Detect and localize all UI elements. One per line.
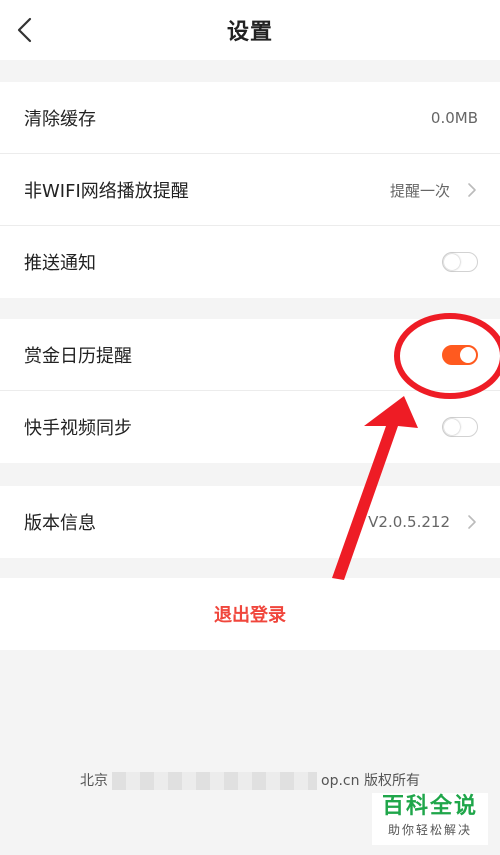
watermark-sub-text: 助你轻松解决 bbox=[387, 823, 472, 837]
settings-group-about: 版本信息 V2.0.5.212 bbox=[0, 486, 500, 558]
clear-cache-label: 清除缓存 bbox=[24, 108, 96, 130]
settings-group-general: 清除缓存 0.0MB 非WIFI网络播放提醒 提醒一次 推送通知 bbox=[0, 82, 500, 298]
cache-size-value: 0.0MB bbox=[430, 109, 478, 127]
toggle-knob bbox=[460, 347, 476, 363]
copyright-footer: 北京 op.cn 版权所有 bbox=[0, 770, 500, 790]
reward-calendar-label: 赏金日历提醒 bbox=[24, 345, 132, 367]
back-arrow-icon[interactable] bbox=[14, 16, 38, 44]
page-title: 设置 bbox=[226, 20, 273, 45]
chevron-right-icon bbox=[468, 183, 476, 197]
toggle-knob bbox=[444, 254, 460, 270]
logout-label: 退出登录 bbox=[214, 605, 286, 626]
footer-suffix: op.cn 版权所有 bbox=[321, 773, 420, 789]
reward-calendar-row: 赏金日历提醒 bbox=[0, 319, 500, 391]
chevron-right-icon bbox=[468, 515, 476, 529]
push-notification-label: 推送通知 bbox=[24, 253, 96, 274]
toggle-knob bbox=[444, 419, 460, 435]
watermark-main-text: 百科全说 bbox=[381, 794, 478, 819]
non-wifi-reminder-row[interactable]: 非WIFI网络播放提醒 提醒一次 bbox=[0, 154, 500, 226]
header-bar: 设置 bbox=[0, 0, 500, 60]
non-wifi-reminder-label: 非WIFI网络播放提醒 bbox=[24, 180, 189, 202]
version-info-row[interactable]: 版本信息 V2.0.5.212 bbox=[0, 486, 500, 558]
kuaishou-sync-label: 快手视频同步 bbox=[24, 418, 132, 439]
version-info-label: 版本信息 bbox=[24, 513, 96, 534]
watermark-logo: 百科全说 助你轻松解决 bbox=[372, 793, 488, 845]
reward-calendar-toggle[interactable] bbox=[442, 345, 478, 365]
logout-button[interactable]: 退出登录 bbox=[0, 578, 500, 650]
version-number-value: V2.0.5.212 bbox=[368, 513, 450, 531]
clear-cache-row[interactable]: 清除缓存 0.0MB bbox=[0, 82, 500, 154]
footer-prefix: 北京 bbox=[80, 773, 109, 789]
settings-group-sync: 赏金日历提醒 快手视频同步 bbox=[0, 319, 500, 463]
non-wifi-reminder-value: 提醒一次 bbox=[389, 181, 450, 200]
kuaishou-sync-toggle[interactable] bbox=[442, 417, 478, 437]
redacted-block bbox=[112, 772, 318, 790]
kuaishou-sync-row: 快手视频同步 bbox=[0, 391, 500, 463]
push-notification-toggle[interactable] bbox=[442, 252, 478, 272]
settings-screen: 设置 清除缓存 0.0MB 非WIFI网络播放提醒 提醒一次 推送通知 赏金日历… bbox=[0, 0, 500, 855]
logout-group: 退出登录 bbox=[0, 578, 500, 650]
push-notification-row: 推送通知 bbox=[0, 226, 500, 298]
